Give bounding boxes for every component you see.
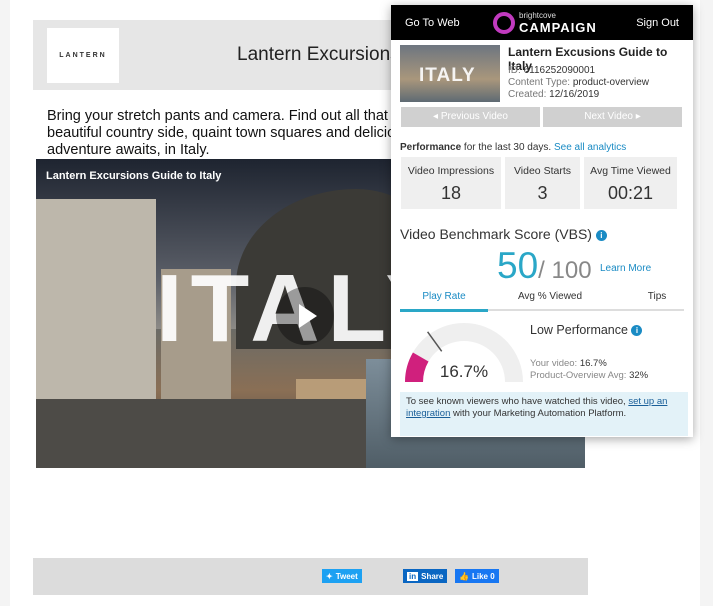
previous-video-button[interactable]: ◂ Previous Video <box>401 107 540 127</box>
performance-period: for the last 30 days. <box>461 142 554 153</box>
performance-status: Low Performance i <box>530 323 643 337</box>
vbs-title-text: Video Benchmark Score (VBS) <box>400 226 592 242</box>
info-icon[interactable]: i <box>595 229 607 241</box>
content-type: Content Type: product-overview <box>508 77 649 88</box>
content-type-value: product-overview <box>572 77 650 88</box>
video-thumbnail[interactable]: ITALY <box>400 45 500 102</box>
video-road <box>36 399 366 468</box>
average-label: Product-Overview Avg: <box>530 370 627 381</box>
note-text: To see known viewers who have watched th… <box>406 396 629 407</box>
thumbnail-word: ITALY <box>419 65 476 86</box>
like-label: Like 0 <box>471 571 495 581</box>
vbs-tabs: Play Rate Avg % Viewed Tips <box>400 289 684 312</box>
stat-value: 00:21 <box>607 183 654 203</box>
brightcove-logo-icon <box>493 12 515 34</box>
created-date: Created: 12/16/2019 <box>508 89 599 100</box>
performance-status-text: Low Performance <box>530 323 628 337</box>
stat-avg-time-viewed: Avg Time Viewed 00:21 <box>584 157 677 209</box>
performance-label: Performance <box>400 142 462 153</box>
email-footer: ✦ Tweet in Share 👍 Like 0 <box>33 558 588 595</box>
linkedin-icon: in <box>407 571 419 581</box>
stat-value: 3 <box>537 183 548 203</box>
tweet-button[interactable]: ✦ Tweet <box>322 569 362 583</box>
play-rate-gauge: 16.7% <box>405 323 523 382</box>
play-icon[interactable] <box>276 287 334 345</box>
stat-label: Video Impressions <box>407 165 495 177</box>
linkedin-share-button[interactable]: in Share <box>403 569 448 583</box>
integration-note: To see known viewers who have watched th… <box>400 392 688 436</box>
performance-summary: Performance for the last 30 days. See al… <box>400 142 626 153</box>
stat-video-impressions: Video Impressions 18 <box>401 157 501 209</box>
score-value: 50 <box>497 245 539 286</box>
twitter-icon: ✦ <box>326 571 333 581</box>
sign-out-link[interactable]: Sign Out <box>636 17 679 29</box>
info-icon[interactable]: i <box>631 325 643 337</box>
your-video-rate: Your video: 16.7% <box>530 358 607 369</box>
facebook-like-button[interactable]: 👍 Like 0 <box>455 569 499 583</box>
brand-name: CAMPAIGN <box>519 20 597 35</box>
lantern-logo: LANTERN <box>47 28 119 83</box>
stat-label: Video Starts <box>513 165 571 177</box>
your-video-value: 16.7% <box>579 358 607 369</box>
note-text: with your Marketing Automation Platform. <box>450 408 627 419</box>
tab-avg-percent-viewed[interactable]: Avg % Viewed <box>500 289 600 309</box>
created-value: 12/16/2019 <box>549 89 600 100</box>
score-total: / 100 <box>538 257 592 284</box>
campaign-popup: Go To Web brightcove CAMPAIGN Sign Out I… <box>391 5 693 437</box>
id-label: ID: <box>508 65 521 76</box>
vbs-score: 50/ 100 <box>497 245 592 287</box>
learn-more-link[interactable]: Learn More <box>600 263 651 274</box>
see-all-analytics-link[interactable]: See all analytics <box>554 142 626 153</box>
content-type-label: Content Type: <box>508 77 571 88</box>
share-label: Share <box>421 571 444 581</box>
tab-tips[interactable]: Tips <box>632 289 682 309</box>
your-video-label: Your video: <box>530 358 578 369</box>
created-label: Created: <box>508 89 547 100</box>
go-to-web-link[interactable]: Go To Web <box>405 17 460 29</box>
tweet-label: Tweet <box>335 571 358 581</box>
stat-label: Avg Time Viewed <box>590 165 671 177</box>
average-rate: Product-Overview Avg: 32% <box>530 370 648 381</box>
stat-value: 18 <box>440 183 462 203</box>
tab-play-rate[interactable]: Play Rate <box>400 289 488 312</box>
gauge-value: 16.7% <box>440 362 488 381</box>
video-title: Lantern Excursions Guide to Italy <box>46 170 222 182</box>
gauge-fill <box>405 352 429 382</box>
average-value: 32% <box>629 370 649 381</box>
next-video-button[interactable]: Next Video ▸ <box>543 107 682 127</box>
stat-video-starts: Video Starts 3 <box>505 157 580 209</box>
brand-small: brightcove <box>519 11 556 20</box>
thumbs-up-icon: 👍 <box>459 571 469 581</box>
video-id: ID: 6116252090001 <box>508 65 595 76</box>
video-building <box>36 199 156 399</box>
popup-topbar: Go To Web brightcove CAMPAIGN Sign Out <box>391 5 693 40</box>
id-value: 6116252090001 <box>523 65 596 76</box>
vbs-title: Video Benchmark Score (VBS) i <box>400 226 607 242</box>
logo-text: LANTERN <box>59 52 107 59</box>
